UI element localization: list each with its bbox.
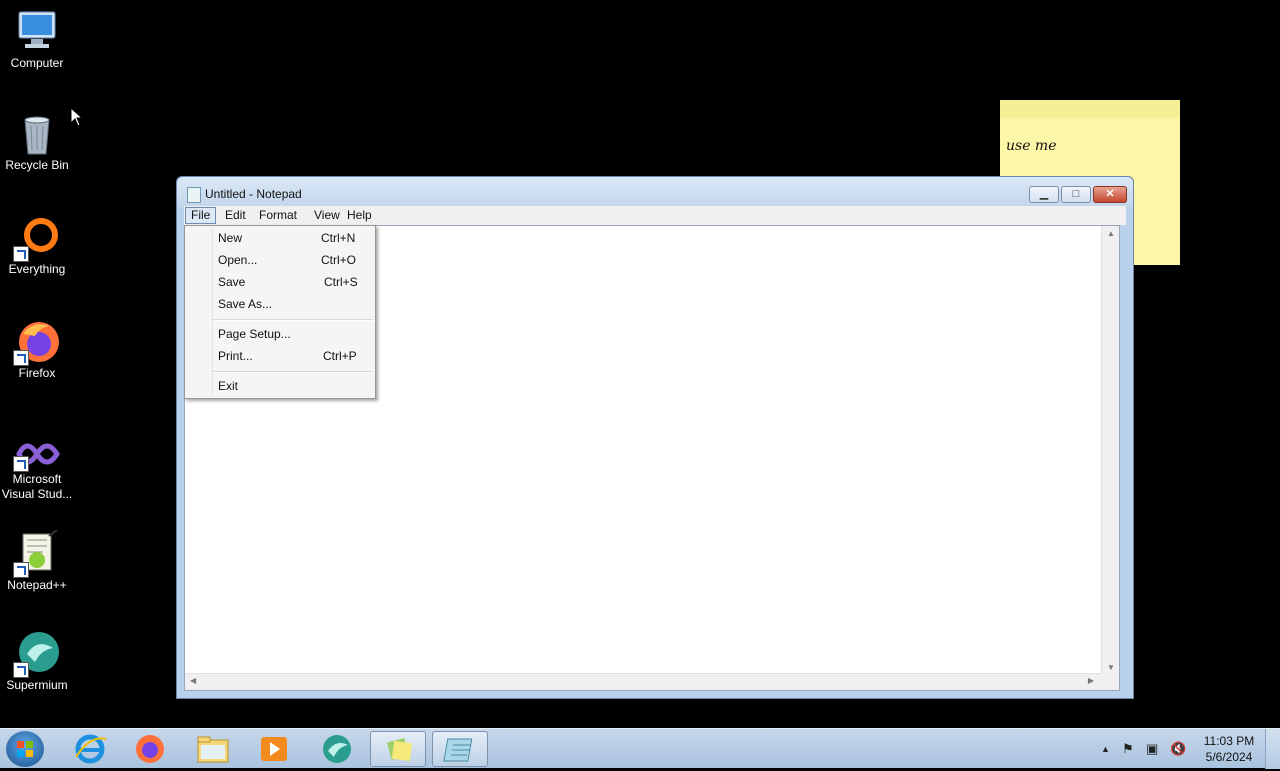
menu-separator — [213, 319, 373, 321]
mouse-cursor-icon — [70, 107, 84, 127]
desktop-icon-label: Notepad++ — [7, 578, 67, 592]
size-grip[interactable] — [1102, 674, 1119, 690]
everything-icon — [13, 214, 61, 262]
desktop-icon-computer[interactable]: Computer — [0, 8, 74, 71]
taskbar-supermium[interactable] — [308, 731, 364, 767]
taskbar-sticky-notes[interactable] — [370, 731, 426, 767]
firefox-icon — [136, 735, 164, 763]
volume-muted-icon[interactable]: 🔇 — [1170, 741, 1186, 757]
scroll-right-icon[interactable]: ▶ — [1088, 676, 1094, 685]
network-icon[interactable]: ▣ — [1146, 741, 1158, 757]
menu-view[interactable]: View — [309, 207, 345, 224]
taskbar-file-explorer[interactable] — [184, 731, 240, 767]
menu-item-page-setup[interactable]: Page Setup... — [185, 324, 375, 344]
notepad-app-icon — [187, 187, 201, 203]
menu-item-print[interactable]: Print... Ctrl+P — [185, 346, 375, 366]
visual-studio-icon — [13, 434, 61, 472]
menu-file[interactable]: File — [185, 207, 217, 224]
menu-item-save[interactable]: Save Ctrl+S — [185, 272, 375, 292]
menu-item-open[interactable]: Open... Ctrl+O — [185, 250, 375, 270]
show-hidden-icons-icon[interactable]: ▲ — [1101, 744, 1110, 754]
desktop-icon-recycle-bin[interactable]: Recycle Bin — [0, 110, 74, 173]
desktop-icon-label: Recycle Bin — [5, 158, 69, 172]
maximize-button[interactable]: □ — [1061, 186, 1091, 203]
taskbar-media-player[interactable] — [245, 731, 301, 767]
desktop-icon-everything[interactable]: Everything — [0, 214, 74, 277]
firefox-icon — [13, 318, 61, 366]
menu-item-shortcut: Ctrl+S — [324, 275, 358, 289]
shortcut-arrow-icon — [13, 662, 29, 678]
clock-time: 11:03 PM — [1203, 734, 1255, 748]
desktop-icon-firefox[interactable]: Firefox — [0, 318, 74, 381]
shortcut-arrow-icon — [13, 562, 29, 578]
menu-separator — [213, 371, 373, 373]
taskbar-notepad[interactable] — [432, 731, 488, 767]
recycle-bin-icon — [13, 110, 61, 158]
desktop-icon-label: Firefox — [18, 366, 56, 380]
vertical-scrollbar[interactable]: ▲ ▼ — [1101, 226, 1119, 675]
horizontal-scrollbar[interactable]: ◀ ▶ — [185, 673, 1102, 690]
menu-item-label: Page Setup... — [218, 327, 291, 341]
menu-item-label: Exit — [218, 379, 239, 393]
desktop-icon-label: Everything — [8, 262, 66, 276]
desktop-icon-label: Supermium — [6, 678, 68, 692]
menu-item-label: Open... — [218, 253, 258, 267]
notepad-icon — [443, 738, 473, 762]
supermium-icon — [323, 735, 351, 763]
desktop-icon-label: Microsoft Visual Stud... — [1, 472, 73, 501]
scroll-down-icon[interactable]: ▼ — [1107, 663, 1115, 672]
windows-logo-icon — [17, 741, 33, 757]
file-explorer-icon — [197, 736, 229, 763]
show-desktop-button[interactable] — [1265, 729, 1280, 769]
menu-item-new[interactable]: New Ctrl+N — [185, 228, 375, 248]
desktop-icon-label: Computer — [10, 56, 64, 70]
scroll-up-icon[interactable]: ▲ — [1107, 229, 1115, 238]
computer-icon — [13, 8, 61, 56]
shortcut-arrow-icon — [13, 246, 29, 262]
system-clock[interactable]: 11:03 PM 5/6/2024 — [1198, 733, 1260, 765]
menu-item-shortcut: Ctrl+P — [323, 349, 357, 363]
menu-help[interactable]: Help — [342, 207, 377, 224]
close-button[interactable]: ✕ — [1093, 186, 1127, 203]
scroll-left-icon[interactable]: ◀ — [190, 676, 196, 685]
taskbar: ▲ ⚑ ▣ 🔇 11:03 PM 5/6/2024 — [0, 728, 1280, 769]
desktop-icon-supermium[interactable]: Supermium — [0, 630, 74, 693]
minimize-button[interactable]: ▁ — [1029, 186, 1059, 203]
menu-item-label: Save As... — [218, 297, 273, 311]
menu-item-label: Save — [218, 275, 246, 289]
desktop-icon-visual-studio[interactable]: Microsoft Visual Stud... — [0, 434, 74, 502]
sticky-notes-icon — [386, 737, 413, 762]
window-title: Untitled - Notepad — [205, 187, 302, 201]
supermium-icon — [13, 630, 61, 678]
file-menu-dropdown: New Ctrl+N Open... Ctrl+O Save Ctrl+S Sa… — [184, 225, 376, 399]
menu-bar: File Edit Format View Help — [184, 206, 1126, 225]
shortcut-arrow-icon — [13, 350, 29, 366]
taskbar-internet-explorer[interactable] — [62, 731, 118, 767]
desktop-icon-notepad-plus-plus[interactable]: Notepad++ — [0, 529, 74, 593]
clock-date: 5/6/2024 — [1205, 750, 1253, 764]
menu-item-label: Print... — [218, 349, 253, 363]
menu-item-save-as[interactable]: Save As... — [185, 294, 375, 314]
menu-format[interactable]: Format — [254, 207, 302, 224]
taskbar-firefox[interactable] — [122, 731, 178, 767]
notepad-plus-plus-icon — [13, 529, 61, 578]
shortcut-arrow-icon — [13, 456, 29, 472]
internet-explorer-icon — [75, 734, 107, 764]
sticky-note-text[interactable]: use me — [1006, 138, 1057, 154]
title-bar[interactable]: Untitled - Notepad ▁ □ ✕ — [177, 177, 1133, 207]
action-center-flag-icon[interactable]: ⚑ — [1122, 741, 1134, 757]
menu-item-shortcut: Ctrl+N — [321, 231, 356, 245]
start-button[interactable] — [6, 731, 44, 767]
menu-edit[interactable]: Edit — [220, 207, 251, 224]
menu-item-exit[interactable]: Exit — [185, 376, 375, 396]
menu-item-label: New — [218, 231, 243, 245]
menu-item-shortcut: Ctrl+O — [321, 253, 357, 267]
media-player-icon — [261, 737, 287, 761]
